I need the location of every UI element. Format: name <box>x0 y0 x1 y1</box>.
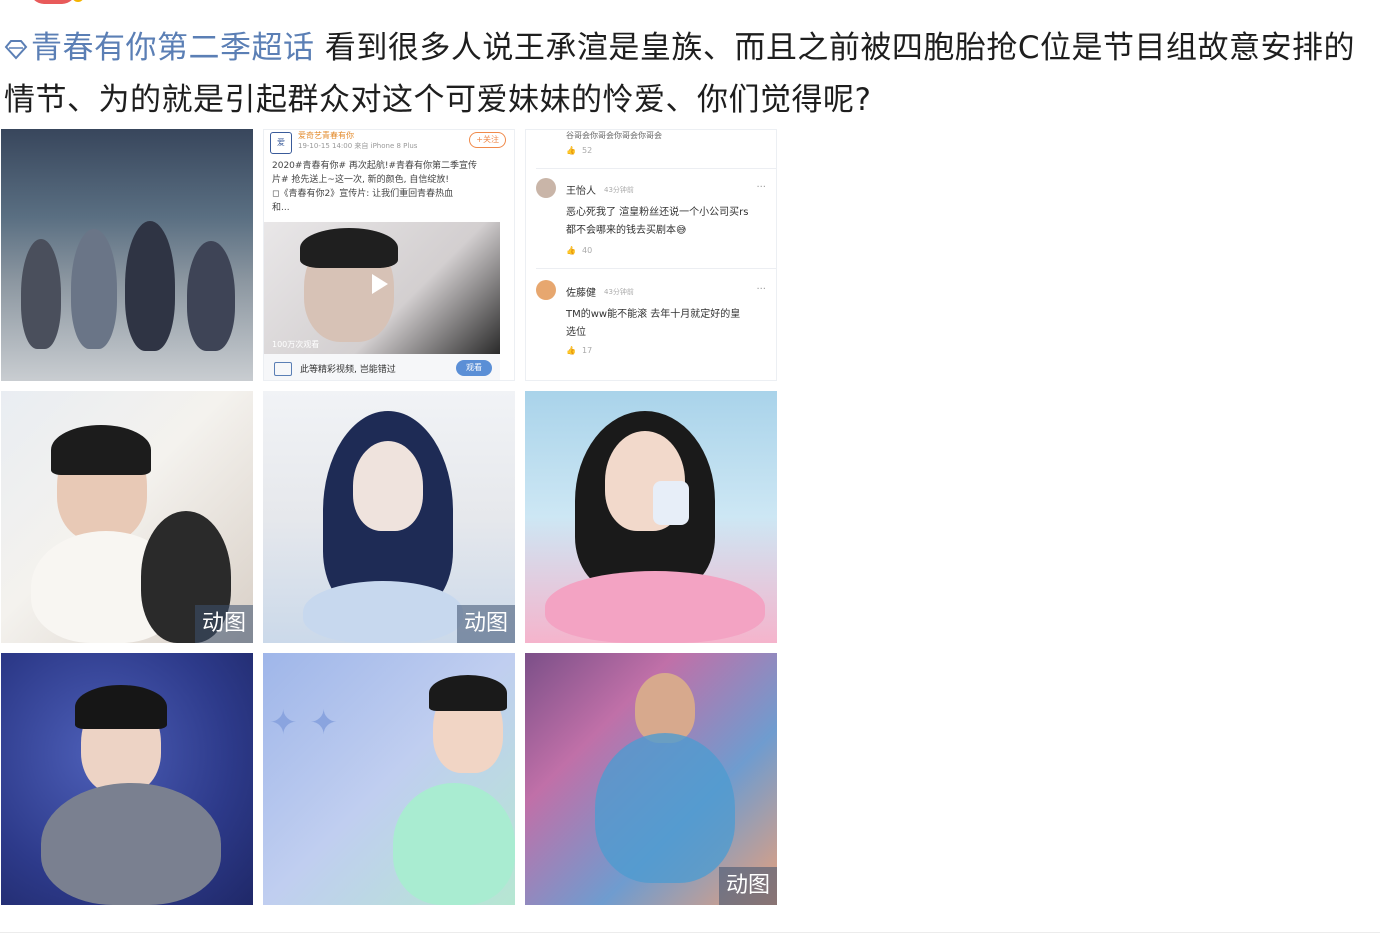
topic-label[interactable]: 青春有你第二季超话 <box>31 30 315 66</box>
super-topic-icon <box>4 40 28 60</box>
comment-divider <box>536 268 776 269</box>
footer-text: 此等精彩视频, 岂能错过 <box>300 365 396 375</box>
like-icon[interactable]: 👍 <box>566 346 576 355</box>
watch-button[interactable]: 观看 <box>456 360 492 376</box>
image-weibo-screenshot[interactable]: 爱 爱奇艺青春有你 19-10-15 14:00 来自 iPhone 8 Plu… <box>263 129 515 381</box>
comment-body: 恶心死我了 渲皇粉丝还说一个小公司买rs <box>566 207 749 218</box>
topic-link[interactable]: 青春有你第二季超话 <box>4 30 315 66</box>
shot-text-line: 2020#青春有你# 再次起航!#青春有你第二季宣传 <box>272 161 477 171</box>
shot-text-line: 片# 抢先送上~这一次, 新的颜色, 自信绽放! <box>272 175 449 185</box>
video-footer: 此等精彩视频, 岂能错过 观看 <box>264 354 500 380</box>
commenter-name[interactable]: 王怡人 <box>566 182 596 197</box>
shot-text-line: 和... <box>272 203 290 213</box>
comment-body: TM的ww能不能滚 去年十月就定好的皇 <box>566 309 741 320</box>
comment-body: 都不会哪来的钱去买剧本😅 <box>566 225 687 236</box>
comment-likes: 17 <box>582 346 593 355</box>
account-name: 爱奇艺青春有你 <box>298 131 354 140</box>
commenter-avatar[interactable] <box>536 280 556 300</box>
image-comments-screenshot[interactable]: 谷哥会你哥会你哥会你哥会 👍 52 王怡人 43分钟前 ··· 恶心死我了 渲皇… <box>525 129 777 381</box>
image-girl-smiling[interactable]: 动图 <box>263 391 515 643</box>
image-girl-waving[interactable]: 动图 <box>1 391 253 643</box>
image-girl-laughing[interactable]: ✦ ✦ <box>263 653 515 905</box>
image-girl-dancing[interactable] <box>1 653 253 905</box>
user-avatar[interactable] <box>30 0 84 4</box>
account-logo: 爱 <box>270 132 292 154</box>
follow-button[interactable]: +关注 <box>469 132 506 148</box>
shot-text-line: ◻《青春有你2》宣传片: 让我们重回青春热血 <box>272 189 454 199</box>
image-dance-group[interactable] <box>1 129 253 381</box>
image-girl-drinking[interactable] <box>525 391 777 643</box>
gif-badge: 动图 <box>718 867 777 905</box>
gif-badge: 动图 <box>194 605 253 643</box>
comment-time: 43分钟前 <box>604 186 634 194</box>
play-icon[interactable] <box>372 274 388 294</box>
commenter-name[interactable]: 佐藤健 <box>566 284 596 299</box>
more-icon[interactable]: ··· <box>756 182 766 193</box>
banner-deco: ✦ ✦ <box>269 703 338 743</box>
comment-top-likes: 52 <box>582 146 593 155</box>
commenter-avatar[interactable] <box>536 178 556 198</box>
film-icon <box>274 362 292 376</box>
post-text: 青春有你第二季超话 看到很多人说王承渲是皇族、而且之前被四胞胎抢C位是节目组故意… <box>4 22 1376 126</box>
comment-divider <box>536 168 776 169</box>
comment-likes: 40 <box>582 246 593 255</box>
more-icon[interactable]: ··· <box>756 284 766 295</box>
post-meta: 19-10-15 14:00 来自 iPhone 8 Plus <box>298 142 418 150</box>
weibo-post: 青春有你第二季超话 看到很多人说王承渲是皇族、而且之前被四胞胎抢C位是节目组故意… <box>0 0 1380 950</box>
video-thumbnail[interactable]: 100万次观看 <box>264 222 500 354</box>
comment-top-line: 谷哥会你哥会你哥会你哥会 <box>566 131 662 140</box>
gif-badge: 动图 <box>456 605 515 643</box>
image-grid: 爱 爱奇艺青春有你 19-10-15 14:00 来自 iPhone 8 Plu… <box>1 129 778 906</box>
like-icon: 👍 <box>566 146 576 155</box>
view-count: 100万次观看 <box>272 340 320 349</box>
comment-time: 43分钟前 <box>604 288 634 296</box>
image-stage-performance[interactable]: 动图 <box>525 653 777 905</box>
post-divider <box>0 932 1380 933</box>
comment-body: 选位 <box>566 327 586 338</box>
like-icon[interactable]: 👍 <box>566 246 576 255</box>
